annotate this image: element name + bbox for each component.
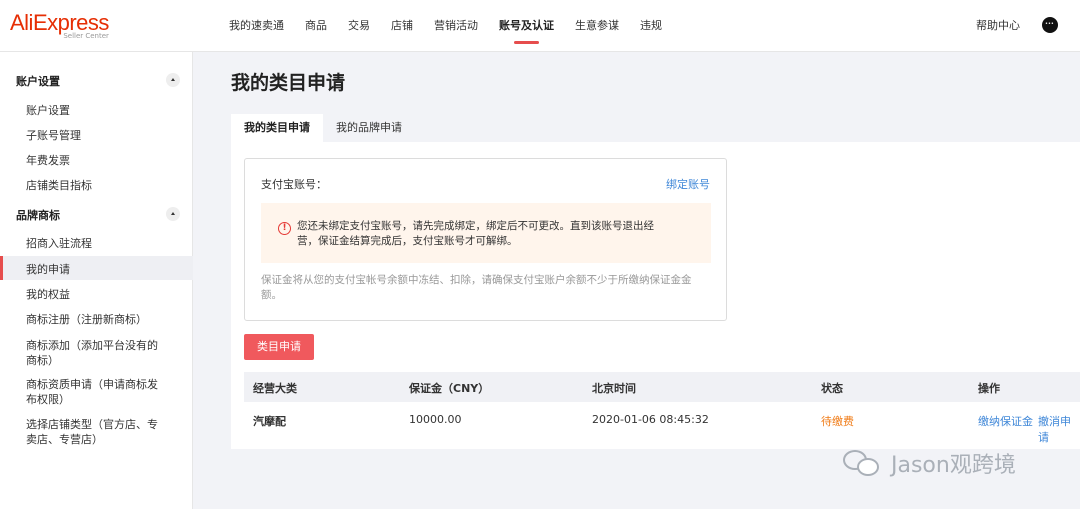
column-header-category: 经营大类 <box>253 382 297 395</box>
nav-item-orders[interactable]: 交易 <box>348 0 370 52</box>
chat-icon[interactable] <box>1042 17 1058 33</box>
tab-brand-applications[interactable]: 我的品牌申请 <box>323 114 415 142</box>
watermark: Jason观跨境 <box>843 445 1016 481</box>
sidebar-active-indicator <box>0 256 3 280</box>
column-header-actions: 操作 <box>978 382 1000 395</box>
sidebar: 账户设置 账户设置 子账号管理 年费发票 店铺类目指标 品牌商标 招商入驻流程 … <box>0 52 193 509</box>
deposit-note: 保证金将从您的支付宝帐号余额中冻结、扣除，请确保支付宝账户余额不少于所缴纳保证金… <box>261 274 692 301</box>
nav-item-account[interactable]: 账号及认证 <box>499 0 554 52</box>
warning-banner: ! 您还未绑定支付宝账号，请先完成绑定，绑定后不可更改。直到该账号退出经营，保证… <box>261 203 711 263</box>
sidebar-item-sub-accounts[interactable]: 子账号管理 <box>26 128 166 143</box>
table-header <box>244 372 1080 402</box>
row-category: 汽摩配 <box>253 415 286 428</box>
sidebar-item-annual-invoice[interactable]: 年费发票 <box>26 153 166 168</box>
nav-item-analytics[interactable]: 生意参谋 <box>575 0 619 52</box>
sidebar-item-trademark-qualification[interactable]: 商标资质申请（申请商标发布权限） <box>26 377 166 407</box>
sidebar-item-my-rights[interactable]: 我的权益 <box>26 287 166 302</box>
wechat-icon <box>843 448 883 478</box>
alipay-account-label: 支付宝账号： <box>261 178 327 191</box>
nav-item-home[interactable]: 我的速卖通 <box>229 0 284 52</box>
nav-item-products[interactable]: 商品 <box>305 0 327 52</box>
cancel-application-link[interactable]: 撤消申请 <box>1038 413 1080 445</box>
column-header-status: 状态 <box>821 382 843 395</box>
sidebar-item-my-applications[interactable]: 我的申请 <box>26 262 166 277</box>
row-time: 2020-01-06 08:45:32 <box>592 413 709 426</box>
sidebar-item-onboarding[interactable]: 招商入驻流程 <box>26 236 166 251</box>
logo-brand: AliExpress <box>10 10 109 35</box>
row-deposit: 10000.00 <box>409 413 462 426</box>
help-center-link[interactable]: 帮助中心 <box>976 0 1020 52</box>
top-nav: 我的速卖通 商品 交易 店铺 营销活动 账号及认证 生意参谋 违规 <box>229 0 683 52</box>
row-status-badge: 待缴费 <box>821 415 854 428</box>
sidebar-item-store-type[interactable]: 选择店铺类型（官方店、专卖店、专营店） <box>26 417 166 447</box>
column-header-time: 北京时间 <box>592 382 636 395</box>
tab-category-applications[interactable]: 我的类目申请 <box>231 114 323 142</box>
sidebar-item-trademark-register[interactable]: 商标注册（注册新商标） <box>26 312 166 327</box>
alipay-account-card: 支付宝账号： 绑定账号 ! 您还未绑定支付宝账号，请先完成绑定，绑定后不可更改。… <box>244 158 727 321</box>
nav-item-marketing[interactable]: 营销活动 <box>434 0 478 52</box>
pay-deposit-link[interactable]: 缴纳保证金 <box>978 413 1033 429</box>
sidebar-group-brand[interactable]: 品牌商标 <box>16 207 60 223</box>
sidebar-item-trademark-add[interactable]: 商标添加（添加平台没有的商标） <box>26 338 166 368</box>
nav-item-violations[interactable]: 违规 <box>640 0 662 52</box>
category-apply-button[interactable]: 类目申请 <box>244 334 314 360</box>
sidebar-item-account-settings[interactable]: 账户设置 <box>26 103 166 118</box>
collapse-up-icon[interactable] <box>166 207 180 221</box>
page-title: 我的类目申请 <box>231 72 346 94</box>
bind-account-link[interactable]: 绑定账号 <box>666 176 710 192</box>
column-header-deposit: 保证金（CNY） <box>409 382 490 395</box>
top-bar: AliExpress Seller Center 我的速卖通 商品 交易 店铺 … <box>0 0 1080 52</box>
warning-icon: ! <box>278 222 291 235</box>
watermark-text: Jason观跨境 <box>891 453 1016 478</box>
sidebar-group-account[interactable]: 账户设置 <box>16 73 60 89</box>
nav-item-store[interactable]: 店铺 <box>391 0 413 52</box>
logo-sub: Seller Center <box>63 32 109 40</box>
collapse-up-icon[interactable] <box>166 73 180 87</box>
sidebar-item-category-metrics[interactable]: 店铺类目指标 <box>26 178 166 193</box>
tab-bar: 我的类目申请 我的品牌申请 <box>231 114 415 142</box>
aliexpress-logo[interactable]: AliExpress Seller Center <box>10 10 109 41</box>
warning-text: 您还未绑定支付宝账号，请先完成绑定，绑定后不可更改。直到该账号退出经营，保证金结… <box>297 220 654 247</box>
